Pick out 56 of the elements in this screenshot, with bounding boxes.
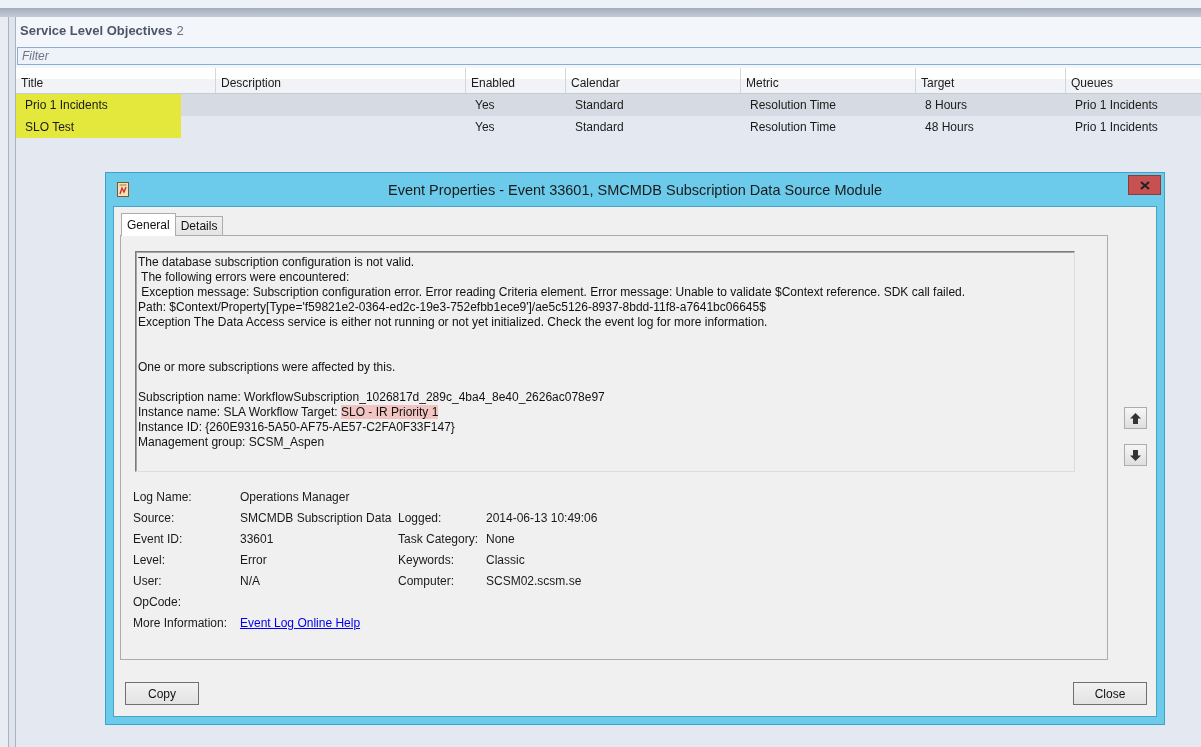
column-header[interactable]: Queues	[1066, 68, 1201, 93]
table-cell-text: Standard	[574, 119, 625, 136]
field-label: Source:	[133, 510, 176, 525]
copy-button[interactable]: Copy	[125, 682, 199, 705]
down-arrow-button[interactable]	[1124, 444, 1147, 466]
arrow-up-icon	[1130, 412, 1141, 424]
field-label: Task Category:	[398, 531, 480, 546]
window-title: Event Properties - Event 33601, SMCMDB Subscription Data Source Module	[387, 181, 882, 198]
table-cell-text: Yes	[474, 97, 496, 114]
table-cell-text: Prio 1 Incidents	[1074, 119, 1159, 136]
field-value: Error	[240, 552, 268, 567]
table-cell-text: Resolution Time	[749, 119, 838, 136]
column-header[interactable]: Target	[916, 68, 1066, 93]
field-value: Operations Manager	[240, 489, 351, 504]
field-label: Level:	[133, 552, 167, 567]
field-label: Keywords:	[398, 552, 456, 567]
field-label: Logged:	[398, 510, 443, 525]
field-value: None	[486, 531, 516, 546]
field-label: Event ID:	[133, 531, 184, 546]
column-header[interactable]: Enabled	[466, 68, 566, 93]
arrow-down-icon	[1130, 449, 1141, 461]
table-cell-text: 48 Hours	[924, 119, 975, 136]
column-header[interactable]: Metric	[741, 68, 916, 93]
field-label: Log Name:	[133, 489, 193, 504]
close-button[interactable]: Close	[1073, 682, 1147, 705]
table-row[interactable]: Prio 1 Incidents Yes Standard Resolution Time 8 Hours Prio 1 Incidents	[16, 94, 1201, 116]
close-icon	[1139, 180, 1150, 190]
table-cell-text: Standard	[574, 97, 625, 114]
field-value: SMCMDB Subscription Data	[240, 510, 393, 525]
table-cell-text: Yes	[474, 119, 496, 136]
help-link[interactable]: Event Log Online Help	[240, 615, 361, 630]
tab[interactable]: Details	[174, 216, 224, 235]
table-row[interactable]: SLO Test Yes Standard Resolution Time 48 Hours Prio 1 Incidents	[16, 116, 1201, 138]
field-value: N/A	[240, 573, 261, 588]
document-icon	[117, 182, 129, 197]
field-label: Computer:	[398, 573, 456, 588]
list-title: Service Level Objectives	[20, 22, 173, 38]
column-header[interactable]: Description	[216, 68, 466, 93]
table-cell-text: Resolution Time	[749, 97, 838, 114]
field-value: 2014-06-13 10:49:06	[486, 510, 599, 525]
item-count: 2	[176, 22, 184, 38]
table-cell-text: 8 Hours	[924, 97, 969, 114]
field-value: SCSM02.scsm.se	[486, 573, 583, 588]
column-header[interactable]: Calendar	[566, 68, 741, 93]
up-arrow-button[interactable]	[1124, 407, 1147, 429]
description-field[interactable]: The database subscription configuration is not valid. The following errors were encountered: Exception message: Subscription configuration error. Error reading Criteria element. Error message: Unable to validate $Context reference. SDK call failed. Path: $Context/Property[Type='f59821e2-0364-ed2c-19e3-752efbb1ece9']/ae5c5126-8937-8bdd-11f8-a7641bc06645$ Exception The Data Access service is either not running or not yet initialized. Check the event log for more information. One or more subscriptions were affected by this. Subscription name: WorkflowSubscription_1026817d_289c_4ba4_8e40_2626ac078e97 Instance name: SLA Workflow Target: SLO - IR Priority 1 Instance ID: {260E9316-5A50-AF75-AE57-C2FA0F33F147} Management group: SCSM_Aspen	[135, 251, 1075, 472]
column-header[interactable]: Title	[16, 68, 216, 93]
field-value: 33601	[240, 531, 275, 546]
field-value: Classic	[486, 552, 526, 567]
tab[interactable]: General	[121, 213, 176, 236]
window-close-button[interactable]	[1128, 175, 1161, 195]
field-label: More Information:	[133, 615, 229, 630]
table-cell-text: Prio 1 Incidents	[1074, 97, 1159, 114]
field-label: User:	[133, 573, 163, 588]
filter-field[interactable]: Filter	[17, 47, 1201, 65]
field-label: OpCode:	[133, 594, 183, 609]
